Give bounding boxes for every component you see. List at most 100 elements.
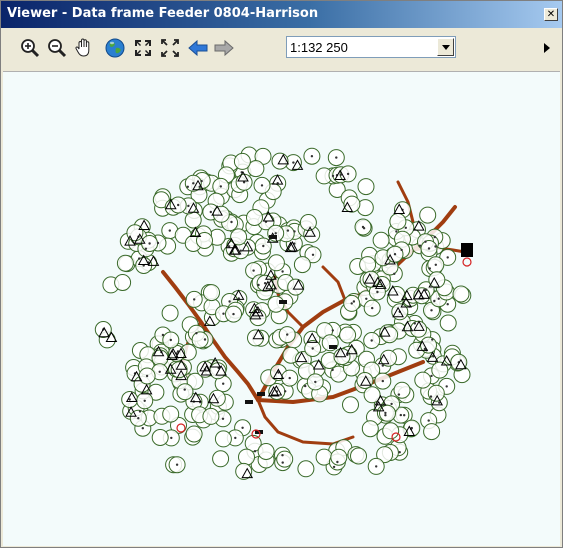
scale-dropdown[interactable]: 1:132 250 xyxy=(286,36,456,58)
transformer-dot xyxy=(381,379,384,383)
scale-value[interactable]: 1:132 250 xyxy=(290,40,348,55)
transformer-dot xyxy=(304,384,307,388)
transformer-dot xyxy=(314,380,317,384)
transformer-dot xyxy=(332,465,336,469)
close-button[interactable]: ✕ xyxy=(544,8,558,21)
transformer-dot xyxy=(192,182,195,185)
transformer-dot xyxy=(138,410,142,413)
transformer-symbol xyxy=(361,420,379,438)
back-button[interactable] xyxy=(187,37,209,59)
transformer-dot xyxy=(200,179,203,183)
transformer-dot xyxy=(144,247,148,250)
forward-arrow-icon xyxy=(214,39,234,57)
transformer-symbol xyxy=(212,450,230,468)
zoom-in-button[interactable] xyxy=(19,37,41,59)
transformer-dot xyxy=(257,283,260,287)
transformer-dot xyxy=(376,290,379,294)
transformer-dot xyxy=(311,347,314,350)
transformer-dot xyxy=(161,333,165,337)
transformer-symbol xyxy=(247,329,264,347)
transformer-symbol xyxy=(389,213,407,230)
transformer-symbol xyxy=(410,320,427,338)
transformer-dot xyxy=(222,312,225,315)
transformer-dot xyxy=(222,382,225,385)
transformer-dot xyxy=(262,244,265,248)
transformer-dot xyxy=(424,240,427,243)
toolbar: 1:132 250 xyxy=(1,28,562,70)
transformer-dot xyxy=(281,454,284,457)
title-bar[interactable]: Viewer - Data frame Feeder 0804-Harrison… xyxy=(1,1,562,28)
transformer-dot xyxy=(143,399,146,402)
full-extent-button[interactable] xyxy=(104,37,126,59)
transformer-symbol xyxy=(427,384,445,402)
viewer-window: Viewer - Data frame Feeder 0804-Harrison… xyxy=(0,0,563,548)
transformer-dot xyxy=(390,402,393,406)
toolbar-overflow-button[interactable] xyxy=(539,40,555,56)
map-canvas[interactable] xyxy=(3,71,560,546)
transformer-dot xyxy=(234,436,237,440)
transformer-dot xyxy=(209,210,212,214)
transformer-symbol xyxy=(116,254,134,272)
transformer-dot xyxy=(352,300,356,303)
transformer-dot xyxy=(219,185,222,188)
transformer-dot xyxy=(288,376,291,380)
transformer-dot xyxy=(253,450,257,453)
transformer-dot xyxy=(137,417,140,420)
transformer-dot xyxy=(239,249,242,252)
transformer-dot xyxy=(203,338,207,341)
transformer-dot xyxy=(145,374,149,378)
fixed-zoom-in-icon xyxy=(135,40,151,56)
window-title: Viewer - Data frame Feeder 0804-Harrison xyxy=(7,6,319,21)
transformer-dot xyxy=(230,220,233,224)
node-marker xyxy=(279,300,287,304)
transformer-symbol xyxy=(267,254,285,272)
transformer-symbol xyxy=(162,405,180,423)
node-marker xyxy=(245,400,253,404)
transformer-symbol xyxy=(423,423,441,441)
transformer-dot xyxy=(138,257,141,260)
substation-marker xyxy=(461,243,473,257)
transformer-symbol xyxy=(176,383,194,401)
transformer-dot xyxy=(227,245,231,248)
feeder-line xyxy=(321,265,347,302)
transformer-dot xyxy=(434,263,437,266)
transformer-dot xyxy=(445,385,448,388)
transformer-symbol xyxy=(214,430,232,448)
fixed-zoom-out-button[interactable] xyxy=(159,37,181,59)
transformer-dot xyxy=(281,461,284,464)
close-icon: ✕ xyxy=(546,9,556,20)
transformer-dot xyxy=(252,269,255,272)
zoom-out-button[interactable] xyxy=(46,37,68,59)
transformer-dot xyxy=(186,185,189,188)
transformer-symbol xyxy=(267,295,285,313)
transformer-dot xyxy=(400,248,403,252)
transformer-symbol xyxy=(431,361,449,379)
pan-button[interactable] xyxy=(73,37,95,59)
transformer-dot xyxy=(413,322,416,325)
transformer-dot xyxy=(331,368,334,372)
transformer-dot xyxy=(335,156,338,159)
transformer-dot xyxy=(292,161,295,164)
transformer-dot xyxy=(404,226,407,229)
transformer-symbol xyxy=(161,304,179,322)
forward-button[interactable] xyxy=(213,37,235,59)
transformer-symbol xyxy=(350,447,367,465)
transformer-dot xyxy=(311,253,315,256)
scale-dropdown-button[interactable] xyxy=(437,38,454,56)
alert-marker xyxy=(462,257,472,267)
transformer-dot xyxy=(393,253,397,256)
fixed-zoom-in-button[interactable] xyxy=(132,37,154,59)
transformer-symbol xyxy=(249,309,267,327)
transformer-dot xyxy=(371,306,374,310)
transformer-dot xyxy=(293,230,296,233)
transformer-dot xyxy=(403,414,406,417)
transformer-dot xyxy=(241,426,244,429)
transformer-dot xyxy=(310,155,314,158)
transformer-dot xyxy=(431,338,434,341)
fixed-zoom-out-icon xyxy=(161,39,179,57)
transformer-dot xyxy=(284,390,287,393)
transformer-symbol xyxy=(356,372,374,389)
node-marker xyxy=(329,345,337,349)
transformer-symbol xyxy=(233,152,251,170)
transformer-symbol xyxy=(287,278,305,296)
